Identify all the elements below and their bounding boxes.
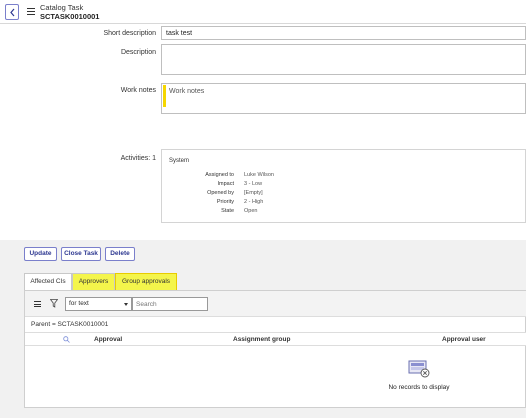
record-type: Catalog Task [40,3,84,12]
tab-approvers[interactable]: Approvers [72,273,115,290]
work-notes-indicator [163,85,166,107]
description-label: Description [120,49,156,56]
activity-row: State Open [162,208,526,217]
activity-key: Opened by [207,190,234,196]
activity-value: Open [244,208,258,214]
related-list-panel: for text Parent = SCTASK0010001 Approval… [24,290,526,408]
list-header-row: Approval Assignment group Approval user [25,332,526,346]
update-button[interactable]: Update [24,247,57,261]
list-breadcrumb[interactable]: Parent = SCTASK0010001 [31,321,108,328]
search-field-select[interactable]: for text [65,297,132,311]
activity-source: System [169,158,190,164]
activities-label: Activities: 1 [120,155,156,162]
no-records-icon [408,360,430,378]
list-menu-icon[interactable] [34,301,41,309]
short-description-field[interactable]: task test [161,26,526,40]
hamburger-icon[interactable] [27,8,35,15]
tab-affected-cis[interactable]: Affected CIs [24,273,72,290]
short-description-label: Short description [103,30,156,37]
close-task-button[interactable]: Close Task [61,247,101,261]
empty-list-message: No records to display [388,384,450,391]
work-notes-field[interactable]: Work notes [161,83,526,114]
back-button[interactable] [5,4,19,20]
activity-key: Impact [217,181,234,187]
activity-row: Opened by [Empty] [162,190,526,199]
activity-row: Impact 3 - Low [162,181,526,190]
list-search-input[interactable] [132,297,208,311]
search-field-value: for text [69,300,89,307]
activity-value: 3 - Low [244,181,263,187]
list-toolbar: for text [25,291,526,317]
work-notes-placeholder: Work notes [169,88,205,95]
column-assignment-group[interactable]: Assignment group [233,336,290,343]
activity-key: Priority [216,199,234,205]
column-approval-user[interactable]: Approval user [442,336,486,343]
column-approval[interactable]: Approval [94,336,122,343]
chevron-left-icon [10,8,15,17]
activity-key: State [221,208,234,214]
record-header: Catalog Task SCTASK0010001 [0,0,526,24]
short-description-value: task test [166,30,193,37]
activity-row: Priority 2 - High [162,199,526,208]
work-notes-label: Work notes [120,87,156,94]
delete-button[interactable]: Delete [105,247,135,261]
record-number: SCTASK0010001 [40,12,100,21]
chevron-down-icon [124,303,128,306]
activity-key: Assigned to [205,172,234,178]
search-icon[interactable] [63,336,70,343]
activity-row: Assigned to Luke Wilson [162,172,526,181]
activity-value: Luke Wilson [244,172,274,178]
record-form: Short description task test Description … [0,24,526,240]
tab-group-approvals[interactable]: Group approvals [115,273,177,290]
filter-icon[interactable] [50,299,58,308]
activity-entry: System Assigned to Luke Wilson Impact 3 … [161,149,526,223]
activity-value: 2 - High [244,199,264,205]
activity-value: [Empty] [244,190,263,196]
description-field[interactable] [161,44,526,75]
